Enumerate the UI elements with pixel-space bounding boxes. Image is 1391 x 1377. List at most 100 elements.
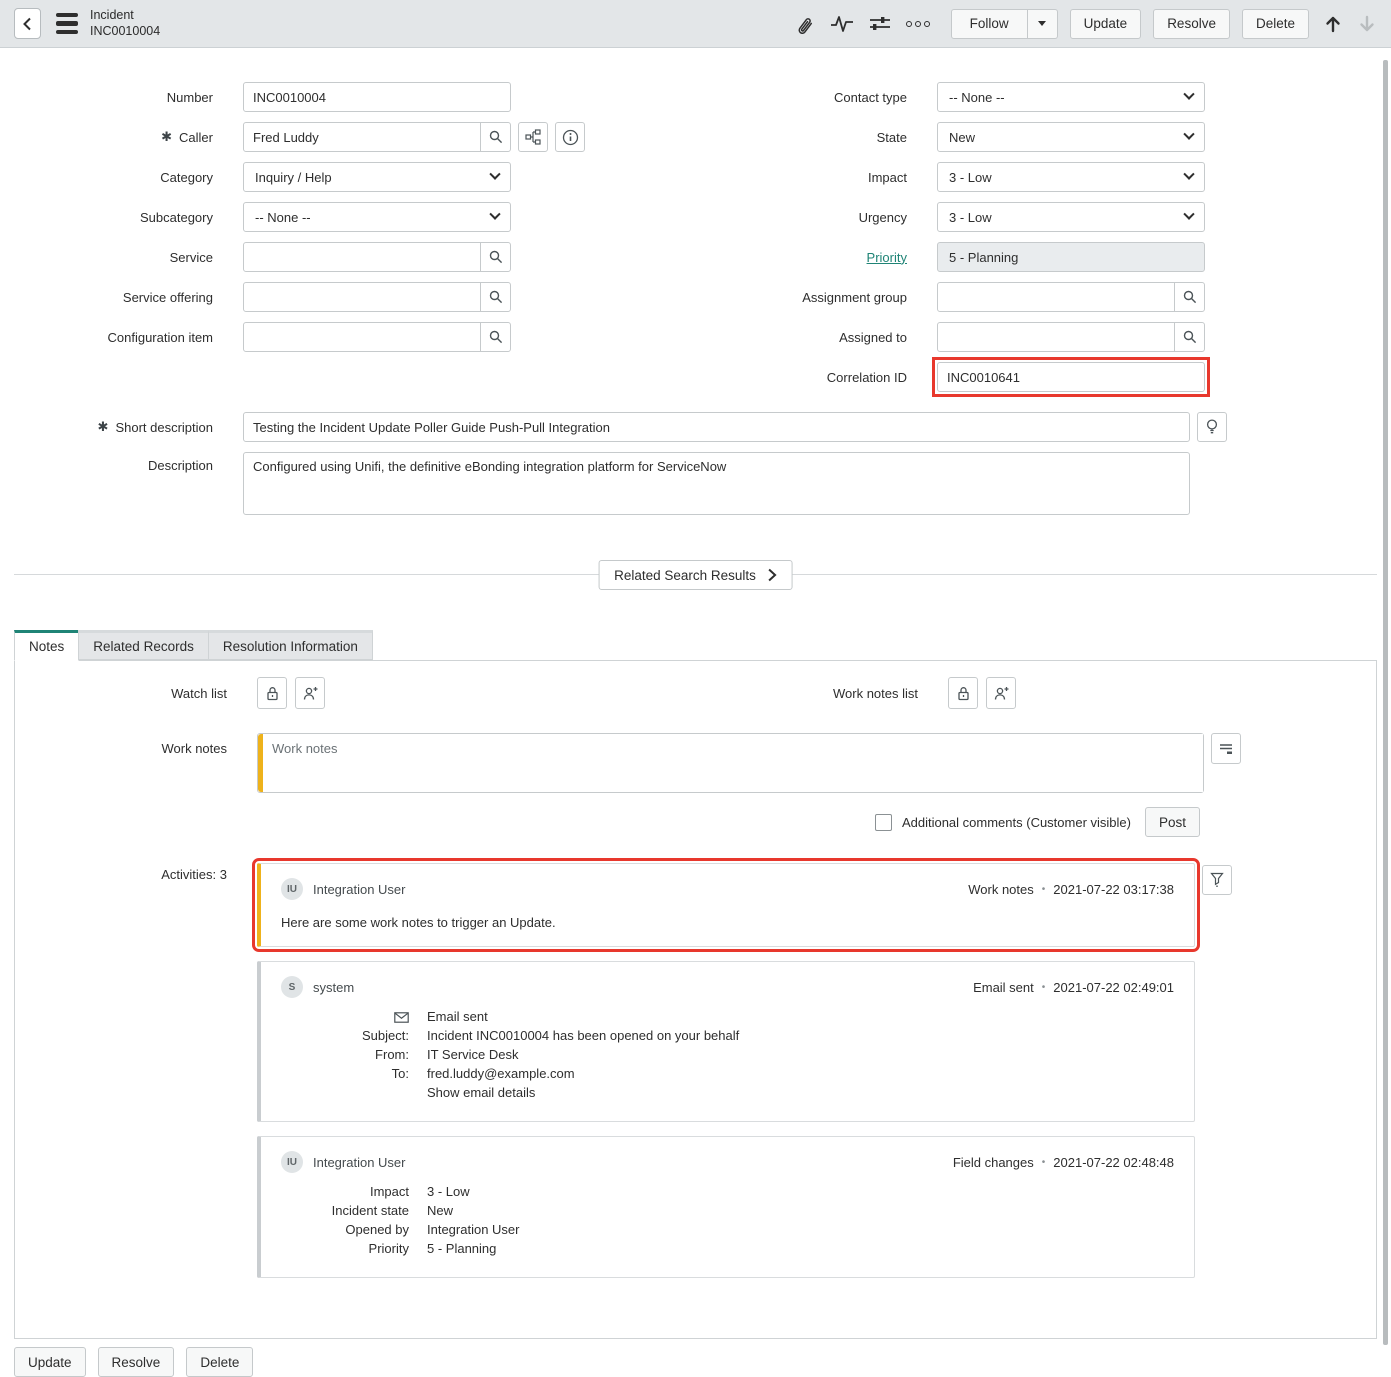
assigned-to-lookup-button[interactable]: [1174, 323, 1204, 351]
field-row-caller: ✱Caller: [0, 122, 695, 152]
field-change-key: Incident state: [281, 1204, 409, 1218]
state-select[interactable]: New: [937, 122, 1205, 152]
more-options-icon[interactable]: [905, 11, 931, 37]
impact-select[interactable]: 3 - Low: [937, 162, 1205, 192]
field-change-key: Opened by: [281, 1223, 409, 1237]
field-row-service: Service: [0, 242, 695, 272]
work-notes-field: [257, 733, 1204, 793]
service-offering-lookup-button[interactable]: [480, 283, 510, 311]
field-change-key: Impact: [281, 1185, 409, 1199]
state-label: State: [695, 130, 907, 145]
delete-button-footer[interactable]: Delete: [186, 1347, 253, 1377]
correlation-id-input[interactable]: [937, 362, 1205, 392]
description-textarea[interactable]: Configured using Unifi, the definitive e…: [243, 452, 1190, 515]
priority-label-link[interactable]: Priority: [867, 250, 907, 265]
additional-comments-checkbox[interactable]: [875, 814, 892, 831]
number-input[interactable]: [243, 82, 511, 112]
activity-entry-email-sent: S system Email sent • 2021-07-22 02:49:0…: [257, 961, 1195, 1122]
configuration-item-reference-field: [243, 322, 511, 352]
delete-button-header[interactable]: Delete: [1242, 9, 1309, 39]
field-row-impact: Impact 3 - Low: [695, 162, 1391, 192]
resolve-button-header[interactable]: Resolve: [1153, 9, 1230, 39]
show-email-details-link[interactable]: Show email details: [427, 1086, 535, 1100]
caller-input[interactable]: [244, 123, 480, 151]
field-row-description: Description Configured using Unifi, the …: [0, 452, 1391, 515]
vertical-scrollbar[interactable]: [1383, 60, 1388, 1345]
email-to-value: fred.luddy@example.com: [427, 1067, 575, 1081]
contact-type-select[interactable]: -- None --: [937, 82, 1205, 112]
additional-actions-menu-icon[interactable]: [56, 13, 78, 35]
resolve-button-footer[interactable]: Resolve: [98, 1347, 175, 1377]
service-offering-input[interactable]: [244, 283, 480, 311]
assignment-group-input[interactable]: [938, 283, 1174, 311]
back-button[interactable]: [14, 8, 41, 39]
activity-entry-work-notes: IU Integration User Work notes • 2021-07…: [257, 863, 1195, 947]
activity-type: Email sent: [973, 980, 1034, 995]
separator-dot: •: [1042, 1157, 1046, 1168]
record-title: Incident INC0010004: [90, 8, 160, 39]
urgency-select[interactable]: 3 - Low: [937, 202, 1205, 232]
activity-stream-icon[interactable]: [829, 11, 855, 37]
email-title: Email sent: [427, 1010, 488, 1024]
activity-stream: IU Integration User Work notes • 2021-07…: [257, 863, 1195, 1292]
tab-related-records[interactable]: Related Records: [78, 630, 209, 660]
post-button[interactable]: Post: [1145, 807, 1200, 837]
previous-record-icon[interactable]: [1323, 14, 1343, 34]
assigned-to-input[interactable]: [938, 323, 1174, 351]
work-notes-list-lock-button[interactable]: [948, 677, 978, 709]
personalize-form-icon[interactable]: [867, 11, 893, 37]
category-select[interactable]: Inquiry / Help: [243, 162, 511, 192]
separator-dot: •: [1042, 982, 1046, 993]
next-record-icon[interactable]: [1357, 14, 1377, 34]
toggle-journal-fields-button[interactable]: [1211, 733, 1241, 764]
search-icon: [1182, 289, 1198, 305]
caller-reference-field: [243, 122, 511, 152]
caller-preview-button[interactable]: [555, 122, 585, 152]
activity-type: Work notes: [968, 882, 1034, 897]
work-notes-list-label: Work notes list: [833, 686, 918, 701]
field-row-state: State New: [695, 122, 1391, 152]
field-row-assignment-group: Assignment group: [695, 282, 1391, 312]
tab-resolution-information[interactable]: Resolution Information: [208, 630, 373, 660]
watch-list-label: Watch list: [15, 686, 227, 701]
configuration-item-lookup-button[interactable]: [480, 323, 510, 351]
suggestion-button[interactable]: [1197, 412, 1227, 442]
activity-filter-button[interactable]: [1202, 865, 1232, 895]
update-button-header[interactable]: Update: [1070, 9, 1142, 39]
follow-button[interactable]: Follow: [951, 9, 1028, 39]
watch-list-add-me-button[interactable]: [295, 677, 325, 709]
search-icon: [488, 329, 504, 345]
search-icon: [488, 249, 504, 265]
service-offering-reference-field: [243, 282, 511, 312]
service-input[interactable]: [244, 243, 480, 271]
caller-lookup-button[interactable]: [480, 123, 510, 151]
follow-dropdown-button[interactable]: [1028, 9, 1058, 39]
subcategory-select[interactable]: -- None --: [243, 202, 511, 232]
short-description-input[interactable]: [243, 412, 1190, 442]
service-lookup-button[interactable]: [480, 243, 510, 271]
hierarchy-icon: [525, 129, 541, 145]
field-row-contact-type: Contact type -- None --: [695, 82, 1391, 112]
tab-notes[interactable]: Notes: [14, 630, 79, 661]
watch-list-lock-button[interactable]: [257, 677, 287, 709]
caller-show-related-button[interactable]: [518, 122, 548, 152]
update-button-footer[interactable]: Update: [14, 1347, 86, 1377]
additional-comments-row: Additional comments (Customer visible) P…: [15, 807, 1376, 837]
work-notes-row: Work notes: [15, 733, 1376, 793]
urgency-value: 3 - Low: [949, 210, 992, 225]
related-search-results-button[interactable]: Related Search Results: [598, 560, 793, 590]
required-icon: ✱: [161, 129, 172, 145]
activities-label: Activities: 3: [15, 863, 227, 882]
work-notes-list-add-me-button[interactable]: [986, 677, 1016, 709]
assignment-group-lookup-button[interactable]: [1174, 283, 1204, 311]
state-value: New: [949, 130, 975, 145]
field-row-category: Category Inquiry / Help: [0, 162, 695, 192]
activity-user: system: [313, 980, 354, 995]
configuration-item-input[interactable]: [244, 323, 480, 351]
email-to-key: To:: [281, 1067, 409, 1081]
activity-timestamp: 2021-07-22 02:49:01: [1053, 980, 1174, 995]
attachment-icon[interactable]: [791, 11, 817, 37]
record-type: Incident: [90, 8, 160, 24]
lock-icon: [265, 685, 280, 702]
work-notes-textarea[interactable]: [263, 734, 1203, 792]
